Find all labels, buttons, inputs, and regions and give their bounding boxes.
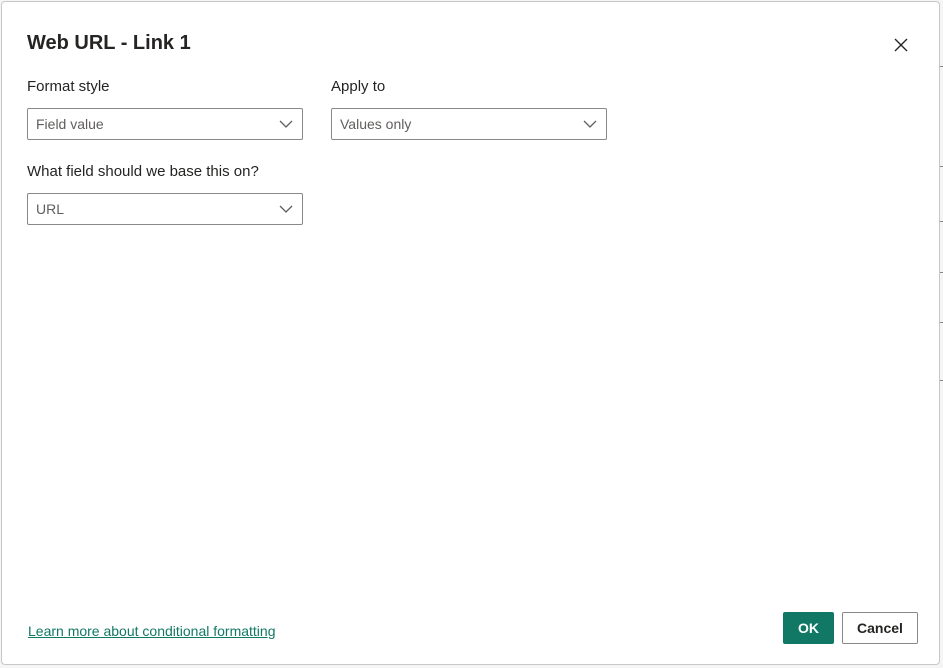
apply-to-dropdown[interactable]: Values only <box>331 108 607 140</box>
chevron-down-icon <box>270 109 302 139</box>
close-button[interactable] <box>890 34 912 56</box>
format-style-dropdown[interactable]: Field value <box>27 108 303 140</box>
cancel-button[interactable]: Cancel <box>842 612 918 644</box>
chevron-down-icon <box>574 109 606 139</box>
base-field-label: What field should we base this on? <box>27 163 259 180</box>
format-style-label: Format style <box>27 78 110 95</box>
conditional-formatting-dialog: Web URL - Link 1 Format style Field valu… <box>1 1 940 665</box>
dialog-title: Web URL - Link 1 <box>27 32 191 54</box>
chevron-down-icon <box>270 194 302 224</box>
ok-button[interactable]: OK <box>783 612 834 644</box>
format-style-value: Field value <box>36 116 104 132</box>
apply-to-value: Values only <box>340 116 412 132</box>
close-icon <box>894 38 908 52</box>
learn-more-link[interactable]: Learn more about conditional formatting <box>28 623 275 639</box>
base-field-value: URL <box>36 201 65 217</box>
base-field-dropdown[interactable]: URL <box>27 193 303 225</box>
apply-to-label: Apply to <box>331 78 386 95</box>
